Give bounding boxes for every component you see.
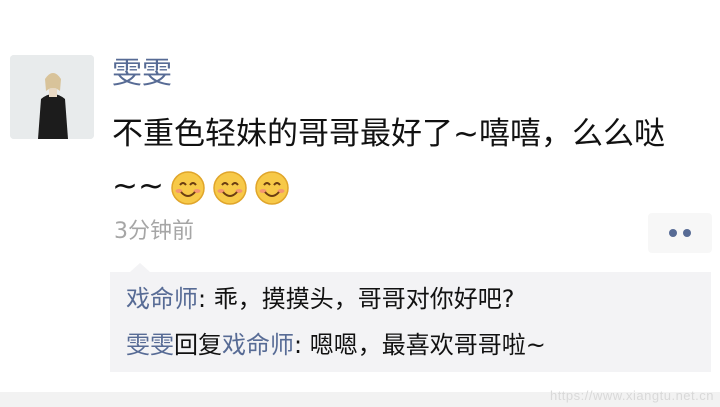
comment-author[interactable]: 戏命师 bbox=[126, 285, 198, 313]
reply-word: 回复 bbox=[174, 331, 222, 359]
more-actions-button[interactable] bbox=[648, 213, 712, 253]
comment-separator: : bbox=[198, 285, 214, 313]
reply-to-name[interactable]: 戏命师 bbox=[222, 331, 294, 359]
comment-list: 戏命师: 乖，摸摸头，哥哥对你好吧? 雯雯回复戏命师: 嗯嗯，最喜欢哥哥啦~ bbox=[110, 272, 711, 372]
comment-item[interactable]: 雯雯回复戏命师: 嗯嗯，最喜欢哥哥啦~ bbox=[126, 328, 546, 362]
post-content: 不重色轻妹的哥哥最好了~嘻嘻，么么哒~~ bbox=[112, 108, 697, 212]
post-username[interactable]: 雯雯 bbox=[112, 55, 172, 93]
comment-item[interactable]: 戏命师: 乖，摸摸头，哥哥对你好吧? bbox=[126, 282, 514, 316]
comment-separator: : bbox=[294, 331, 310, 359]
comment-box-arrow bbox=[130, 263, 150, 272]
avatar[interactable] bbox=[10, 55, 94, 139]
moment-post: 雯雯 不重色轻妹的哥哥最好了~嘻嘻，么么哒~~ 3分钟前 戏命师: 乖，摸摸头，… bbox=[0, 0, 720, 407]
smile-emoji-icon bbox=[213, 170, 247, 205]
post-timestamp: 3分钟前 bbox=[114, 219, 194, 244]
avatar-photo bbox=[10, 55, 94, 139]
comment-text: 嗯嗯，最喜欢哥哥啦~ bbox=[309, 331, 546, 359]
watermark: https://www.xiangtu.net.cn bbox=[549, 388, 714, 403]
emoji-group bbox=[170, 170, 290, 206]
smile-emoji-icon bbox=[255, 170, 289, 205]
comment-author[interactable]: 雯雯 bbox=[126, 331, 174, 359]
smile-emoji-icon bbox=[171, 170, 205, 205]
more-dots-icon bbox=[669, 229, 677, 237]
more-dots-icon bbox=[683, 229, 691, 237]
comment-text: 乖，摸摸头，哥哥对你好吧? bbox=[213, 285, 515, 313]
